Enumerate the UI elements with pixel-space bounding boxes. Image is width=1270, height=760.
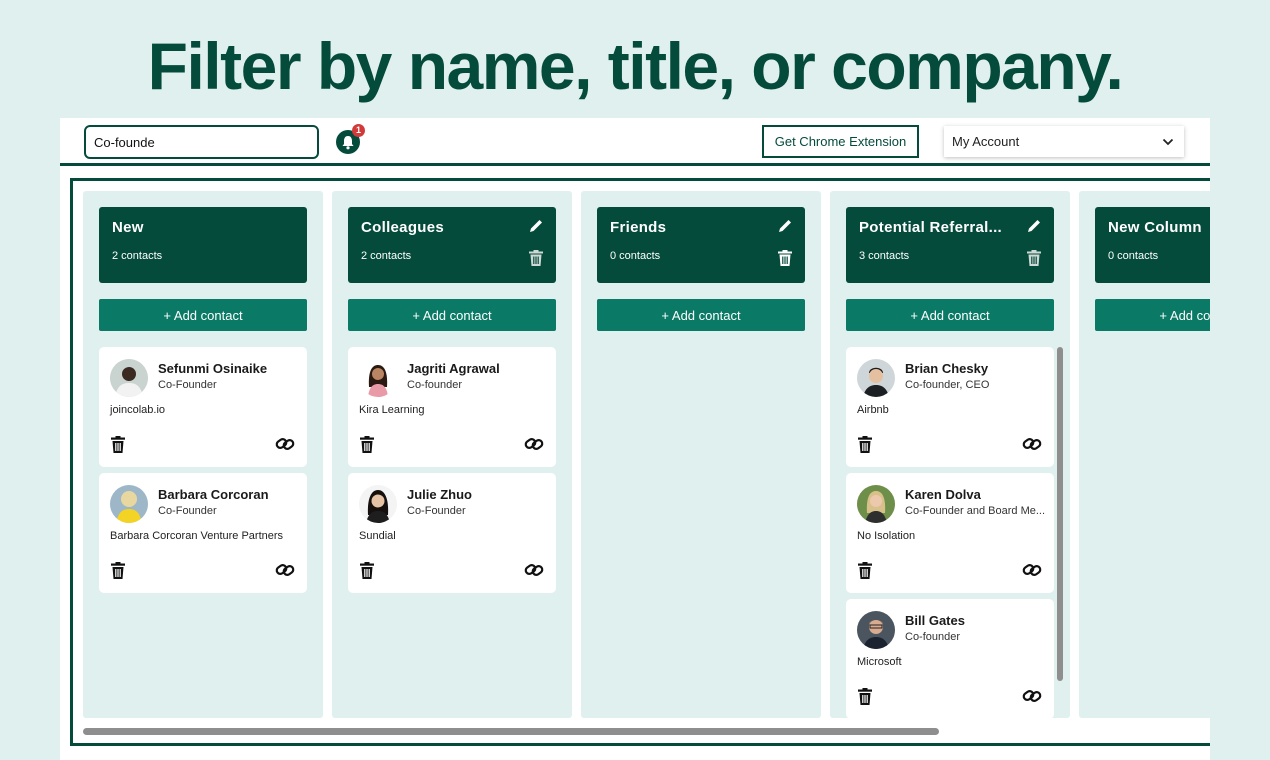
column-count: 3 contacts	[859, 250, 910, 262]
contact-name: Brian Chesky	[905, 361, 989, 376]
hero-title: Filter by name, title, or company.	[147, 29, 1124, 103]
link-icon[interactable]	[1022, 435, 1042, 453]
add-contact-button[interactable]: + Add contact	[846, 299, 1054, 331]
avatar	[110, 485, 148, 523]
add-contact-button[interactable]: + Add contact	[348, 299, 556, 331]
contact-title: Co-Founder	[158, 379, 217, 391]
contact-name: Julie Zhuo	[407, 487, 472, 502]
chevron-down-icon	[1162, 138, 1174, 145]
pencil-icon[interactable]	[528, 218, 544, 234]
contact-name: Karen Dolva	[905, 487, 981, 502]
contact-company: joincolab.io	[110, 404, 166, 416]
column-header: Potential Referral... 3 contacts	[846, 207, 1054, 283]
column-friends: Friends 0 contacts + Add contact	[581, 191, 821, 718]
search-input[interactable]	[84, 125, 319, 159]
contact-company: Barbara Corcoran Venture Partners	[110, 530, 284, 542]
contact-name: Jagriti Agrawal	[407, 361, 500, 376]
contact-card[interactable]: Karen Dolva Co-Founder and Board Me... N…	[846, 473, 1054, 593]
contact-company: Kira Learning	[359, 404, 425, 416]
pencil-icon[interactable]	[1026, 218, 1042, 234]
column-potential-referral: Potential Referral... 3 contacts + Add c…	[830, 191, 1070, 718]
column-header: New 2 contacts	[99, 207, 307, 283]
avatar	[359, 359, 397, 397]
board-scrollbar[interactable]	[83, 728, 939, 735]
column-count: 0 contacts	[1108, 250, 1159, 262]
contact-name: Barbara Corcoran	[158, 487, 269, 502]
notification-bell-icon[interactable]: 1	[336, 124, 365, 154]
contact-title: Co-Founder	[407, 505, 466, 517]
account-label: My Account	[952, 134, 1020, 149]
contact-card[interactable]: Barbara Corcoran Co-Founder Barbara Corc…	[99, 473, 307, 593]
get-chrome-extension-button[interactable]: Get Chrome Extension	[762, 125, 919, 158]
contact-title: Co-Founder and Board Me...	[905, 505, 1046, 517]
contact-company: Sundial	[359, 530, 396, 542]
column-new: New 2 contacts + Add contact Sefunmi Osi…	[83, 191, 323, 718]
contact-card[interactable]: Julie Zhuo Co-Founder Sundial	[348, 473, 556, 593]
top-bar: 1 Get Chrome Extension My Account	[60, 118, 1210, 166]
contact-name: Sefunmi Osinaike	[158, 361, 268, 376]
trash-icon[interactable]	[778, 250, 792, 266]
contact-title: Co-Founder	[158, 505, 217, 517]
trash-icon[interactable]	[1027, 250, 1041, 266]
link-icon[interactable]	[275, 435, 295, 453]
contact-card[interactable]: Sefunmi Osinaike Co-Founder joincolab.io	[99, 347, 307, 467]
contact-card[interactable]: Jagriti Agrawal Co-founder Kira Learning	[348, 347, 556, 467]
column-count: 0 contacts	[610, 250, 661, 262]
column-header: New Column 0 contacts	[1095, 207, 1210, 283]
avatar	[857, 359, 895, 397]
column-header: Friends 0 contacts	[597, 207, 805, 283]
pencil-icon[interactable]	[777, 218, 793, 234]
notification-badge: 1	[352, 124, 365, 137]
contact-card[interactable]: Brian Chesky Co-founder, CEO Airbnb	[846, 347, 1054, 467]
avatar	[359, 485, 397, 523]
column-title: New	[112, 219, 144, 236]
trash-icon[interactable]	[858, 436, 872, 453]
trash-icon[interactable]	[360, 562, 374, 579]
column-title: New Column	[1108, 219, 1202, 236]
contact-title: Co-founder, CEO	[905, 379, 990, 391]
avatar	[857, 485, 895, 523]
add-contact-button[interactable]: + Add contact	[597, 299, 805, 331]
link-icon[interactable]	[275, 561, 295, 579]
contact-title: Co-founder	[905, 631, 961, 643]
column-new-column: New Column 0 contacts + Add contact	[1079, 191, 1210, 718]
add-contact-button[interactable]: + Add contact	[1095, 299, 1210, 331]
account-dropdown[interactable]: My Account	[944, 126, 1184, 157]
column-count: 2 contacts	[112, 250, 163, 262]
trash-icon[interactable]	[111, 562, 125, 579]
column-title: Friends	[610, 219, 667, 236]
column-title: Potential Referral...	[859, 219, 1003, 236]
column-title: Colleagues	[361, 219, 445, 236]
column-header: Colleagues 2 contacts	[348, 207, 556, 283]
avatar	[110, 359, 148, 397]
contact-company: Airbnb	[857, 404, 889, 416]
trash-icon[interactable]	[111, 436, 125, 453]
link-icon[interactable]	[1022, 687, 1042, 705]
contact-company: Microsoft	[857, 656, 902, 668]
contact-company: No Isolation	[857, 530, 916, 542]
column-colleagues: Colleagues 2 contacts + Add contact Jagr…	[332, 191, 572, 718]
link-icon[interactable]	[1022, 561, 1042, 579]
kanban-board: New 2 contacts + Add contact Sefunmi Osi…	[70, 178, 1210, 746]
column-scrollbar[interactable]	[1057, 347, 1063, 681]
link-icon[interactable]	[524, 435, 544, 453]
link-icon[interactable]	[524, 561, 544, 579]
contact-name: Bill Gates	[905, 613, 965, 628]
avatar	[857, 611, 895, 649]
trash-icon[interactable]	[858, 688, 872, 705]
column-count: 2 contacts	[361, 250, 412, 262]
contact-title: Co-founder	[407, 379, 463, 391]
contact-card[interactable]: Bill Gates Co-founder Microsoft	[846, 599, 1054, 718]
trash-icon[interactable]	[360, 436, 374, 453]
trash-icon[interactable]	[858, 562, 872, 579]
app-window: 1 Get Chrome Extension My Account New 2 …	[60, 118, 1210, 760]
trash-icon[interactable]	[529, 250, 543, 266]
add-contact-button[interactable]: + Add contact	[99, 299, 307, 331]
